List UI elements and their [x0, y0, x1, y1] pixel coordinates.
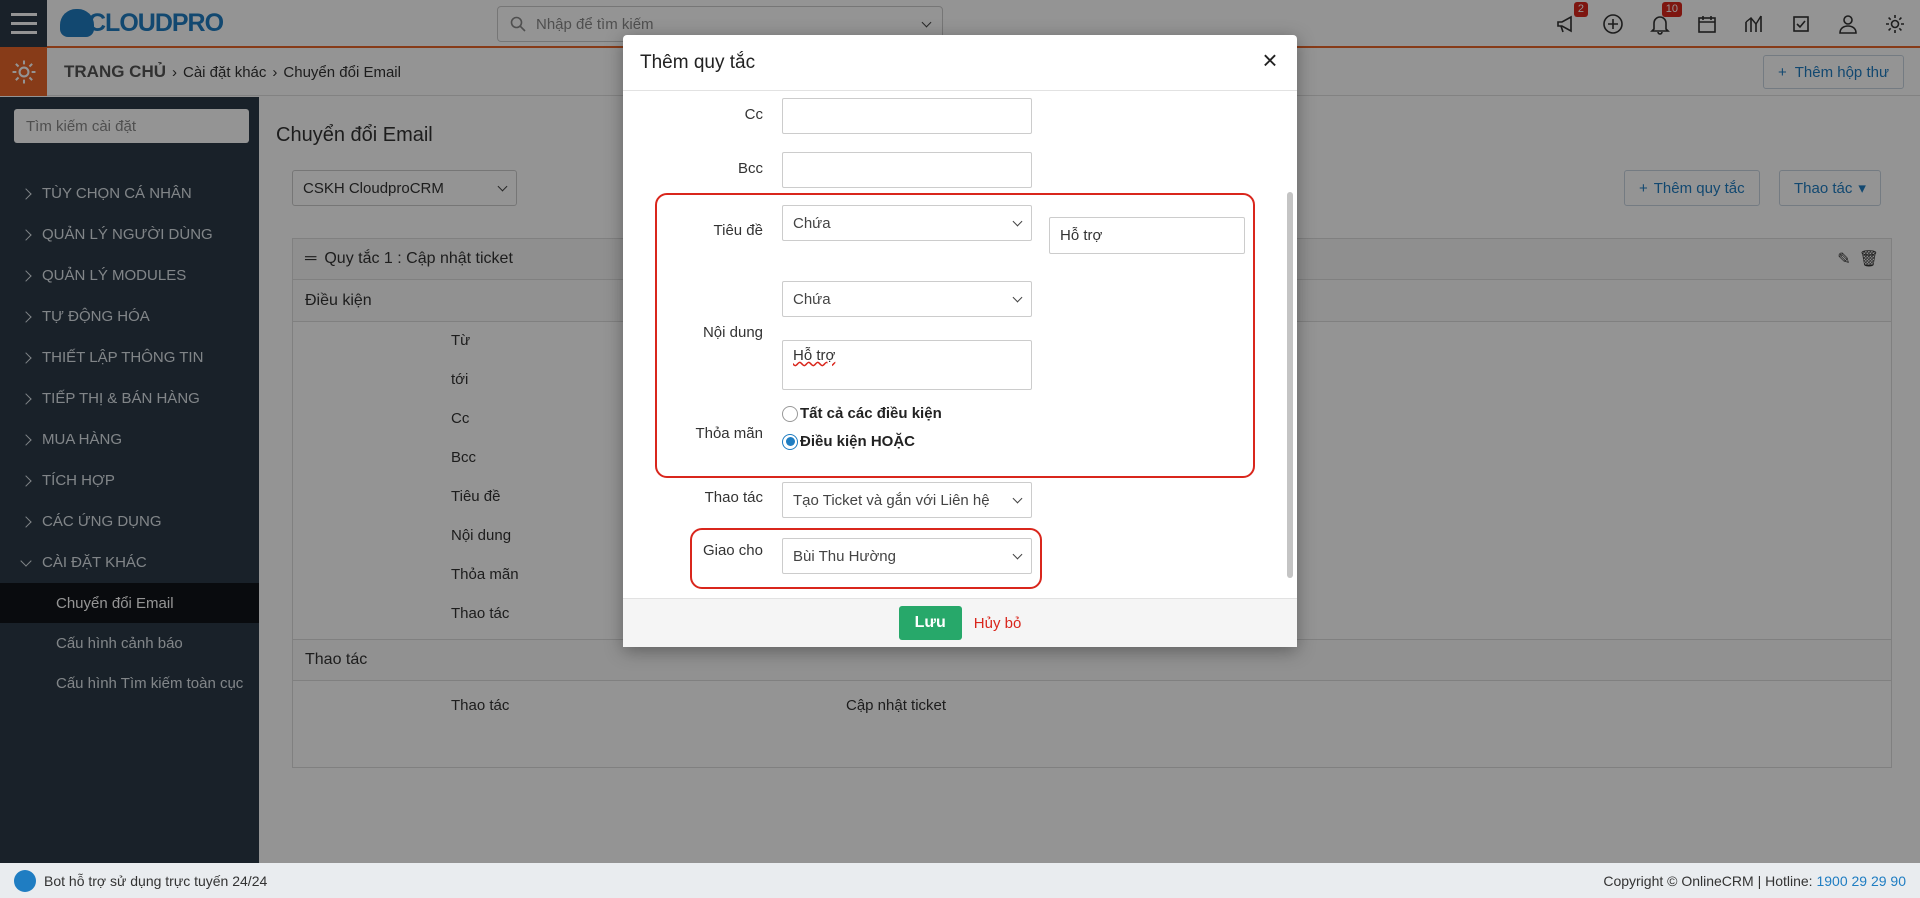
chevron-down-icon: [1012, 549, 1023, 559]
radio-circle: [782, 405, 798, 422]
assign-to-select[interactable]: Bùi Thu Hường: [782, 538, 1032, 574]
radio-circle-selected: [782, 433, 798, 450]
chatbot-link[interactable]: Bot hỗ trợ sử dụng trực tuyến 24/24: [14, 869, 268, 892]
bcc-label: Bcc: [737, 160, 763, 177]
subject-value: Hỗ trợ: [1060, 227, 1103, 244]
body-label: Nội dung: [702, 324, 763, 341]
chatbot-text: Bot hỗ trợ sử dụng trực tuyến 24/24: [44, 872, 268, 889]
footer: Bot hỗ trợ sử dụng trực tuyến 24/24 Copy…: [0, 863, 1920, 898]
copyright-text: Copyright © OnlineCRM | Hotline:: [1603, 872, 1813, 889]
modal-footer: Lưu Hủy bỏ: [623, 598, 1297, 647]
match-or-radio[interactable]: Điều kiện HOẶC: [782, 433, 915, 450]
hotline-link[interactable]: 1900 29 29 90: [1816, 873, 1906, 889]
match-all-radio[interactable]: Tất cả các điều kiện: [782, 405, 942, 422]
bcc-input[interactable]: [782, 152, 1032, 188]
body-value: Hỗ trợ: [793, 347, 836, 364]
chevron-down-icon: [1012, 216, 1023, 226]
add-rule-modal: Thêm quy tắc × Cc Bcc Tiêu đề Chứa Hỗ tr…: [623, 35, 1297, 647]
save-button[interactable]: Lưu: [898, 606, 962, 640]
body-operator-value: Chứa: [793, 290, 831, 308]
messenger-icon: [14, 869, 36, 892]
cc-label: Cc: [744, 106, 763, 123]
action-label: Thao tác: [704, 489, 763, 506]
close-icon[interactable]: ×: [1257, 47, 1283, 73]
subject-operator-select[interactable]: Chứa: [782, 205, 1032, 241]
copyright: Copyright © OnlineCRM | Hotline: 1900 29…: [1603, 873, 1906, 889]
cc-input[interactable]: [782, 98, 1032, 134]
subject-label: Tiêu đề: [713, 222, 763, 239]
match-label: Thỏa mãn: [695, 425, 763, 442]
chevron-down-icon: [1012, 493, 1023, 503]
subject-operator-value: Chứa: [793, 214, 831, 232]
body-value-textarea[interactable]: Hỗ trợ: [782, 340, 1032, 390]
modal-scrollbar[interactable]: [1287, 192, 1293, 578]
match-or-label: Điều kiện HOẶC: [800, 433, 916, 450]
chevron-down-icon: [1012, 292, 1023, 302]
assign-label: Giao cho: [702, 542, 763, 559]
assign-to-value: Bùi Thu Hường: [793, 547, 896, 565]
action-select[interactable]: Tạo Ticket và gắn với Liên hệ: [782, 482, 1032, 518]
modal-body: Cc Bcc Tiêu đề Chứa Hỗ trợ Nội dung Chứa…: [623, 92, 1297, 598]
body-operator-select[interactable]: Chứa: [782, 281, 1032, 317]
cancel-button[interactable]: Hủy bỏ: [974, 615, 1022, 632]
action-select-value: Tạo Ticket và gắn với Liên hệ: [793, 491, 990, 509]
modal-title: Thêm quy tắc: [623, 35, 1297, 91]
match-all-label: Tất cả các điều kiện: [800, 405, 942, 422]
subject-value-input[interactable]: Hỗ trợ: [1049, 217, 1245, 254]
